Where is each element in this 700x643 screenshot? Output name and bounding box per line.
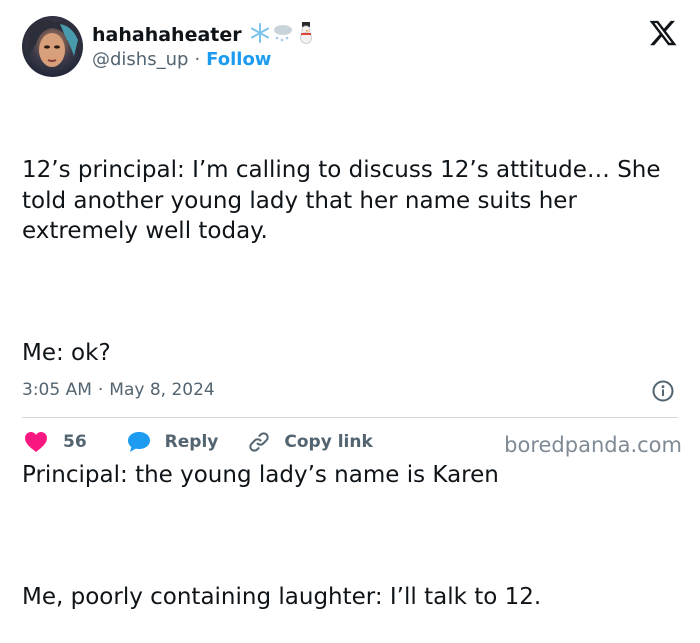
like-count: 56 [63,432,87,452]
copy-link-button[interactable]: Copy link [248,431,373,453]
tweet-date: May 8, 2024 [109,380,215,400]
name-emojis [250,22,316,48]
copy-link-label: Copy link [284,432,373,452]
snowflake-icon [250,23,270,47]
link-icon [248,431,270,453]
handle-row: @dishs_up · Follow [92,49,271,70]
tweet-paragraph: Principal: the young lady’s name is Kare… [22,462,499,488]
display-name[interactable]: hahahaheater [92,24,242,46]
heart-icon [24,431,48,453]
x-logo-icon[interactable] [648,18,678,48]
handle[interactable]: @dishs_up [92,49,188,70]
snowman-icon [296,22,316,48]
info-icon[interactable] [652,380,674,402]
avatar[interactable] [22,16,83,77]
separator-dot: · [194,49,201,70]
author-name-row: hahahaheater [92,22,316,48]
reply-button[interactable]: Reply [127,431,219,453]
action-bar: 56 Reply Copy link [24,431,373,453]
tweet-paragraph: 12’s principal: I’m calling to discuss 1… [22,157,668,244]
cloud-snow-icon [272,23,294,47]
divider [22,417,678,418]
reply-label: Reply [164,432,219,452]
follow-button[interactable]: Follow [206,49,271,70]
like-button[interactable]: 56 [24,431,87,453]
tweet-time: 3:05 AM [22,380,92,400]
watermark: boredpanda.com [504,433,682,457]
tweet-timestamp[interactable]: 3:05 AM · May 8, 2024 [22,380,215,400]
reply-bubble-icon [127,431,151,453]
separator-dot: · [97,380,104,400]
tweet-paragraph: Me: ok? [22,340,111,366]
tweet-paragraph: Me, poorly containing laughter: I’ll tal… [22,584,542,610]
tweet-text: 12’s principal: I’m calling to discuss 1… [22,94,687,643]
